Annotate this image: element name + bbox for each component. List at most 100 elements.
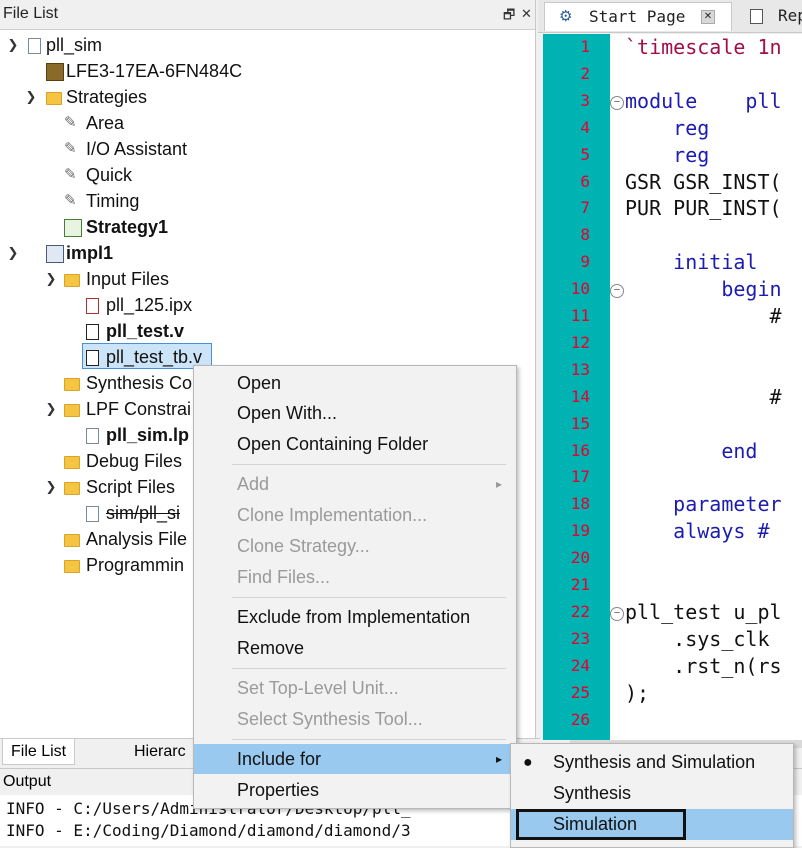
chevron-down-icon[interactable]: ❯ — [4, 32, 22, 58]
menu-item-label: Add — [237, 474, 270, 494]
submenu-item-synthesis-and-simulation[interactable]: ● Synthesis and Simulation — [511, 747, 793, 778]
tab-file-list[interactable]: File List — [2, 739, 76, 765]
code-line: module pll — [625, 88, 782, 113]
code-line: end — [625, 438, 758, 463]
menu-item-open[interactable]: Open — [194, 368, 516, 398]
chevron-down-icon[interactable]: ❯ — [42, 474, 60, 500]
tab-label: Start Page — [589, 7, 686, 26]
tree-item-io-assistant[interactable]: ✎ I/O Assistant — [4, 136, 524, 162]
code-line: # — [625, 384, 782, 409]
tree-item-pll-test-v[interactable]: pll_test.v — [4, 318, 524, 344]
tab-label: Rep — [778, 6, 802, 25]
line-number: 21 — [570, 575, 590, 594]
menu-item-open-containing-folder[interactable]: Open Containing Folder — [194, 429, 516, 459]
file-list-title: File List — [3, 5, 59, 22]
tree-item-pll-sim[interactable]: ❯ pll_sim — [4, 32, 524, 58]
tree-item-quick[interactable]: ✎ Quick — [4, 162, 524, 188]
verilog-file-icon — [86, 350, 99, 366]
folder-icon — [64, 482, 80, 495]
tree-item-label: Debug Files — [86, 451, 183, 471]
tree-item-input-files[interactable]: ❯ Input Files — [4, 266, 524, 292]
menu-item-open-with[interactable]: Open With... — [194, 398, 516, 428]
menu-item-select-synthesis-tool[interactable]: Select Synthesis Tool... — [194, 704, 516, 734]
menu-item-label: Exclude from Implementation — [237, 607, 471, 627]
strategy-icon: ✎ — [64, 140, 77, 157]
code-line: parameter — [625, 492, 782, 517]
tree-item-label: Analysis File — [86, 529, 188, 549]
script-file-icon — [86, 506, 99, 522]
line-number: 14 — [570, 386, 590, 406]
menu-item-clone-strategy[interactable]: Clone Strategy... — [194, 531, 516, 561]
code-line: ); — [625, 680, 650, 705]
menu-separator — [232, 464, 506, 465]
tree-item-label: Area — [86, 113, 125, 133]
code-line: reg — [625, 142, 710, 167]
fold-toggle-icon[interactable]: − — [610, 607, 624, 621]
tree-item-area[interactable]: ✎ Area — [4, 110, 524, 136]
chevron-down-icon[interactable]: ❯ — [4, 240, 22, 266]
code-editor[interactable]: 1 2 3 4 5 6 7 8 9 10 11 12 13 14 15 16 17 18 19 20 21 22 23 24 2… — [543, 34, 802, 740]
menu-item-set-top-level-unit[interactable]: Set Top-Level Unit... — [194, 673, 516, 703]
close-panel-icon[interactable]: ✕ — [521, 6, 532, 22]
menu-item-remove[interactable]: Remove — [194, 633, 516, 663]
menu-separator — [232, 668, 506, 669]
line-number: 24 — [570, 655, 590, 675]
code-line: initial — [625, 250, 758, 275]
folder-icon — [64, 404, 80, 417]
chevron-down-icon[interactable]: ❯ — [22, 84, 40, 110]
tree-item-label: pll_test.v — [106, 321, 185, 341]
tree-item-label: pll_test_tb.v — [106, 347, 203, 367]
tab-hierarchy[interactable]: Hierarc — [126, 739, 194, 764]
menu-item-label: Properties — [237, 780, 320, 800]
context-menu: Open Open With... Open Containing Folder… — [193, 365, 517, 809]
submenu-item-synthesis[interactable]: Synthesis — [511, 778, 793, 809]
fold-toggle-icon[interactable]: − — [610, 96, 624, 110]
start-page-icon: ⚙ — [559, 8, 573, 25]
tree-item-strategies[interactable]: ❯ Strategies — [4, 84, 524, 110]
line-number: 25 — [570, 682, 590, 702]
folder-icon — [64, 378, 80, 391]
code-line: always # — [625, 519, 770, 544]
chevron-down-icon[interactable]: ❯ — [42, 396, 60, 422]
line-number: 4 — [580, 117, 590, 137]
code-line: begin — [625, 277, 782, 302]
project-icon — [28, 38, 41, 54]
menu-item-exclude-from-implementation[interactable]: Exclude from Implementation — [194, 602, 516, 632]
menu-item-include-for[interactable]: Include for ▸ — [194, 744, 516, 774]
tree-item-label: Script Files — [86, 477, 176, 497]
float-panel-icon[interactable]: 🗗 — [503, 6, 515, 28]
menu-item-clone-implementation[interactable]: Clone Implementation... — [194, 500, 516, 530]
tree-item-impl1[interactable]: ❯ impl1 — [4, 240, 524, 266]
tree-item-device[interactable]: LFE3-17EA-6FN484C — [4, 58, 524, 84]
tree-item-label: LPF Constrai — [86, 399, 192, 419]
fold-toggle-icon[interactable]: − — [610, 284, 624, 298]
tree-item-pll-125-ipx[interactable]: pll_125.ipx — [4, 292, 524, 318]
tree-item-label: I/O Assistant — [86, 139, 188, 159]
tree-item-label: pll_sim.lp — [106, 425, 190, 445]
line-number: 11 — [570, 306, 590, 325]
tree-item-strategy1[interactable]: Strategy1 — [4, 214, 524, 240]
menu-item-add[interactable]: Add ▸ — [194, 469, 516, 499]
tree-item-label: LFE3-17EA-6FN484C — [66, 61, 243, 81]
submenu-arrow-icon: ▸ — [495, 752, 502, 766]
line-number: 23 — [570, 628, 590, 648]
menu-item-properties[interactable]: Properties — [194, 775, 516, 805]
tree-item-label: pll_125.ipx — [106, 295, 193, 315]
tree-item-label: Strategy1 — [86, 217, 169, 237]
tree-item-label: pll_sim — [46, 35, 103, 55]
line-number: 2 — [580, 63, 590, 83]
tab-start-page[interactable]: ⚙ Start Page ✕ — [544, 2, 732, 31]
close-tab-icon[interactable]: ✕ — [701, 10, 715, 24]
file-list-header: File List 🗗 ✕ — [0, 0, 535, 30]
tree-item-timing[interactable]: ✎ Timing — [4, 188, 524, 214]
tree-item-label: Synthesis Co — [86, 373, 193, 393]
chevron-down-icon[interactable]: ❯ — [42, 266, 60, 292]
strategy-icon: ✎ — [64, 114, 77, 131]
line-number: 5 — [580, 144, 590, 164]
folder-icon — [64, 456, 80, 469]
line-number: 9 — [580, 252, 590, 272]
tab-report[interactable]: Rep — [742, 2, 802, 30]
tree-item-label: Strategies — [66, 87, 148, 107]
menu-item-label: Open With... — [237, 403, 338, 423]
menu-item-find-files[interactable]: Find Files... — [194, 562, 516, 592]
